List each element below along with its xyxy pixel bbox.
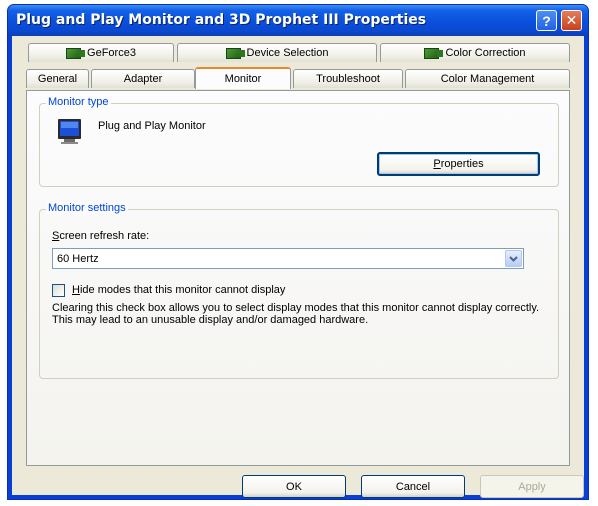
tab-label: General <box>37 73 78 85</box>
tab-label: Monitor <box>224 73 262 85</box>
tab-monitor[interactable]: Monitor <box>195 67 291 89</box>
monitor-type-group: Monitor type Plug and Play Monitor Prope… <box>39 96 559 187</box>
tab-label: GeForce3 <box>87 47 136 59</box>
tab-adapter[interactable]: Adapter <box>91 69 195 88</box>
hide-modes-label[interactable]: Hide modes that this monitor cannot disp… <box>72 284 285 296</box>
title-bar[interactable]: Plug and Play Monitor and 3D Prophet III… <box>8 5 588 36</box>
ok-label: OK <box>286 480 302 493</box>
window-title: Plug and Play Monitor and 3D Prophet III… <box>16 12 427 28</box>
monitor-name: Plug and Play Monitor <box>98 120 206 132</box>
monitor-properties-button[interactable]: Properties <box>377 152 540 176</box>
tab-label: Adapter <box>123 73 163 85</box>
monitor-settings-group: Monitor settings Screen refresh rate: 60… <box>39 202 559 379</box>
properties-mnemonic: P <box>433 158 441 170</box>
tab-troubleshoot[interactable]: Troubleshoot <box>293 69 403 88</box>
refresh-rate-value: 60 Hertz <box>57 253 99 265</box>
tab-color-management[interactable]: Color Management <box>405 69 570 88</box>
properties-window: Plug and Play Monitor and 3D Prophet III… <box>7 4 589 500</box>
properties-label: roperties <box>440 158 484 170</box>
tab-label: Color Management <box>440 73 535 85</box>
nvidia-icon <box>424 47 444 59</box>
close-button[interactable]: ✕ <box>561 10 582 31</box>
nvidia-icon <box>66 47 86 59</box>
monitor-tab-panel: Monitor type Plug and Play Monitor Prope… <box>26 90 570 466</box>
refresh-rate-select[interactable]: 60 Hertz <box>52 248 524 269</box>
tab-label: Device Selection <box>246 47 329 59</box>
tab-device-selection[interactable]: Device Selection <box>177 43 377 62</box>
chevron-down-icon <box>509 255 518 262</box>
tab-label: Troubleshoot <box>316 73 380 85</box>
hide-modes-description: Clearing this check box allows you to se… <box>52 302 540 326</box>
close-icon: ✕ <box>565 12 578 28</box>
help-button[interactable]: ? <box>536 10 557 31</box>
cancel-label: Cancel <box>395 480 431 493</box>
monitor-type-group-title: Monitor type <box>46 96 111 108</box>
refresh-rate-label: Screen refresh rate: <box>52 230 149 242</box>
dropdown-arrow[interactable] <box>505 250 522 267</box>
ok-button[interactable]: OK <box>242 475 346 498</box>
tab-label: Color Correction <box>445 47 526 59</box>
monitor-icon <box>58 119 81 144</box>
hide-modes-mnemonic: H <box>72 284 80 296</box>
monitor-settings-group-title: Monitor settings <box>46 202 128 214</box>
refresh-rate-label-text: creen refresh rate: <box>59 230 150 242</box>
tab-geforce3[interactable]: GeForce3 <box>28 43 174 62</box>
apply-button[interactable]: Apply <box>480 475 584 498</box>
hide-modes-checkbox[interactable] <box>52 284 65 297</box>
hide-modes-label-text: ide modes that this monitor cannot displ… <box>79 284 286 296</box>
apply-label: Apply <box>518 480 546 493</box>
nvidia-icon <box>225 47 245 59</box>
cancel-button[interactable]: Cancel <box>361 475 465 498</box>
help-icon: ? <box>542 12 551 29</box>
dialog-client-area: GeForce3 Device Selection Color Correcti… <box>12 36 584 498</box>
tab-color-correction[interactable]: Color Correction <box>380 43 570 62</box>
tab-general[interactable]: General <box>26 69 89 88</box>
